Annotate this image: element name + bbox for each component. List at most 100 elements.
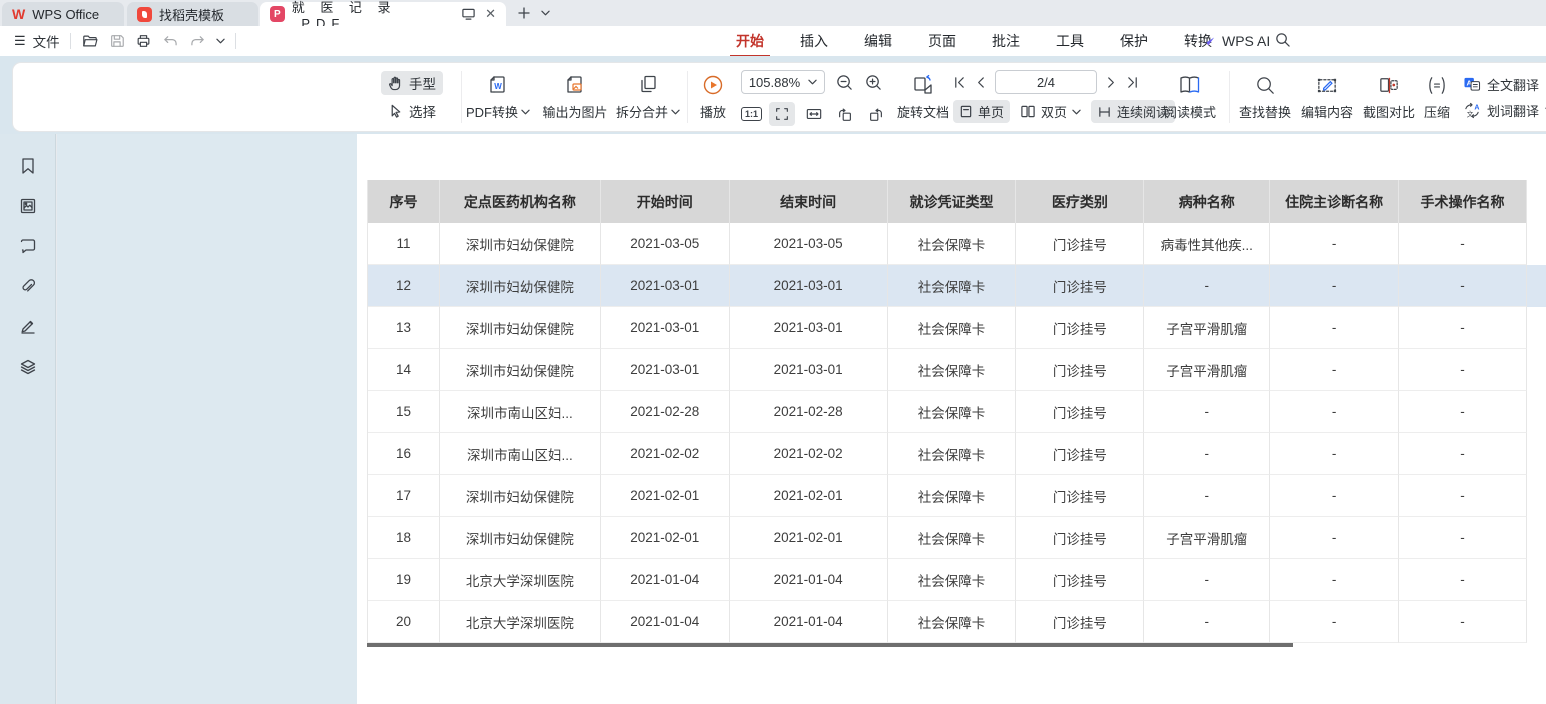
play-label: 播放 bbox=[700, 102, 726, 121]
word-translate-button[interactable]: 文A 划词翻译 bbox=[1463, 101, 1546, 120]
menu-tab-protect[interactable]: 保护 bbox=[1116, 31, 1152, 51]
redo-icon[interactable] bbox=[189, 34, 206, 48]
next-page-icon[interactable] bbox=[1106, 76, 1117, 89]
table-cell: 2021-02-01 bbox=[601, 475, 730, 517]
table-cell: 门诊挂号 bbox=[1016, 433, 1144, 475]
select-tool-button[interactable]: 选择 bbox=[381, 99, 443, 123]
actual-size-button[interactable]: 1:1 bbox=[741, 107, 762, 121]
page-number-input[interactable]: 2/4 bbox=[995, 70, 1097, 94]
full-text-translate-button[interactable]: A 全文翻译 bbox=[1463, 75, 1546, 94]
file-menu-button[interactable]: ☰ 文件 bbox=[14, 31, 60, 51]
table-cell: 19 bbox=[368, 559, 440, 601]
play-button[interactable]: 播放 bbox=[693, 63, 733, 131]
tab-docer-templates[interactable]: 找稻壳模板 bbox=[127, 2, 258, 26]
menu-tab-home[interactable]: 开始 bbox=[732, 31, 768, 51]
table-row[interactable]: 12深圳市妇幼保健院2021-03-012021-03-01社会保障卡门诊挂号-… bbox=[368, 265, 1527, 307]
zoom-in-icon[interactable] bbox=[864, 73, 883, 92]
play-icon bbox=[701, 73, 725, 97]
edit-content-button[interactable]: 编辑内容 bbox=[1297, 63, 1357, 131]
table-cell: 2021-03-01 bbox=[601, 307, 730, 349]
table-cell: 16 bbox=[368, 433, 440, 475]
tab-close-icon[interactable]: ✕ bbox=[485, 6, 496, 22]
first-page-icon[interactable] bbox=[953, 76, 966, 89]
thumbnails-icon[interactable] bbox=[18, 196, 38, 216]
rotate-document-button[interactable]: 旋转文档 bbox=[895, 63, 951, 131]
hand-tool-label: 手型 bbox=[409, 73, 436, 93]
menu-tab-tools[interactable]: 工具 bbox=[1052, 31, 1088, 51]
table-cell: - bbox=[1399, 349, 1527, 391]
undo-icon[interactable] bbox=[162, 34, 179, 48]
table-cell: 2021-01-04 bbox=[601, 559, 730, 601]
save-icon[interactable] bbox=[109, 33, 125, 49]
zoom-level-select[interactable]: 105.88% bbox=[741, 70, 825, 94]
fit-page-button[interactable] bbox=[769, 102, 795, 126]
comments-icon[interactable] bbox=[18, 236, 38, 256]
table-row[interactable]: 16深圳市南山区妇...2021-02-022021-02-02社会保障卡门诊挂… bbox=[368, 433, 1527, 475]
table-cell: - bbox=[1399, 601, 1527, 643]
rotate-document-label: 旋转文档 bbox=[897, 102, 949, 121]
new-tab-button[interactable] bbox=[514, 2, 534, 24]
menu-tab-insert[interactable]: 插入 bbox=[796, 31, 832, 51]
table-cell: - bbox=[1144, 601, 1270, 643]
double-page-button[interactable]: 双页 bbox=[1018, 100, 1083, 123]
table-cell: 2021-02-02 bbox=[601, 433, 730, 475]
table-row[interactable]: 11深圳市妇幼保健院2021-03-052021-03-05社会保障卡门诊挂号病… bbox=[368, 223, 1527, 265]
table-row[interactable]: 13深圳市妇幼保健院2021-03-012021-03-01社会保障卡门诊挂号子… bbox=[368, 307, 1527, 349]
menu-tab-wps-ai[interactable]: WPS AI bbox=[1200, 26, 1270, 56]
menu-tab-page[interactable]: 页面 bbox=[924, 31, 960, 51]
table-cell: 社会保障卡 bbox=[888, 223, 1017, 265]
tab-wps-office[interactable]: W WPS Office bbox=[2, 2, 124, 26]
split-merge-button[interactable]: 拆分合并 bbox=[615, 63, 681, 131]
compress-button[interactable]: 压缩 bbox=[1417, 63, 1457, 131]
table-cell: 北京大学深圳医院 bbox=[440, 601, 601, 643]
tab-list-chevron-icon[interactable] bbox=[537, 2, 553, 24]
hand-tool-button[interactable]: 手型 bbox=[381, 71, 443, 95]
table-cell: - bbox=[1399, 307, 1527, 349]
table-cell: - bbox=[1399, 391, 1527, 433]
table-row[interactable]: 20北京大学深圳医院2021-01-042021-01-04社会保障卡门诊挂号-… bbox=[368, 601, 1527, 643]
table-cell: - bbox=[1270, 391, 1399, 433]
open-file-icon[interactable] bbox=[81, 33, 99, 49]
hamburger-icon: ☰ bbox=[14, 33, 26, 49]
table-row[interactable]: 14深圳市妇幼保健院2021-03-012021-03-01社会保障卡门诊挂号子… bbox=[368, 349, 1527, 391]
layers-icon[interactable] bbox=[18, 356, 38, 376]
tab-label: WPS Office bbox=[32, 7, 99, 22]
find-replace-button[interactable]: 查找替换 bbox=[1235, 63, 1295, 131]
toolbar-card: 手型 选择 W PDF转换 输出为图片 拆分合并 播放 bbox=[12, 62, 1546, 132]
table-row[interactable]: 17深圳市妇幼保健院2021-02-012021-02-01社会保障卡门诊挂号-… bbox=[368, 475, 1527, 517]
rotate-left-icon[interactable] bbox=[833, 102, 857, 126]
document-page: 序号定点医药机构名称开始时间结束时间就诊凭证类型医疗类别病种名称住院主诊断名称手… bbox=[357, 134, 1546, 704]
tab-document-pdf[interactable]: P 就 医 记 录 .PDF ✕ bbox=[260, 2, 506, 26]
fit-width-button[interactable] bbox=[802, 102, 826, 126]
signature-icon[interactable] bbox=[18, 316, 38, 336]
print-icon[interactable] bbox=[135, 33, 152, 49]
read-mode-button[interactable]: 阅读模式 bbox=[1161, 63, 1219, 131]
table-cell: 12 bbox=[368, 265, 440, 307]
export-image-icon bbox=[563, 73, 587, 97]
last-page-icon[interactable] bbox=[1126, 76, 1139, 89]
quick-toolbar-chevron-icon[interactable] bbox=[216, 38, 225, 44]
previous-page-icon[interactable] bbox=[975, 76, 986, 89]
single-page-button[interactable]: 单页 bbox=[953, 100, 1010, 123]
zoom-out-icon[interactable] bbox=[835, 73, 854, 92]
screenshot-compare-button[interactable]: 截图对比 bbox=[1359, 63, 1419, 131]
screen-share-icon[interactable] bbox=[461, 7, 476, 21]
table-cell: 2021-02-01 bbox=[730, 517, 888, 559]
pdf-convert-button[interactable]: W PDF转换 bbox=[465, 63, 531, 131]
export-image-button[interactable]: 输出为图片 bbox=[537, 63, 613, 131]
bookmarks-icon[interactable] bbox=[18, 156, 38, 176]
table-row[interactable]: 19北京大学深圳医院2021-01-042021-01-04社会保障卡门诊挂号-… bbox=[368, 559, 1527, 601]
rotate-right-icon[interactable] bbox=[864, 102, 888, 126]
table-cell: - bbox=[1144, 265, 1270, 307]
table-cell: - bbox=[1399, 475, 1527, 517]
menu-tab-comment[interactable]: 批注 bbox=[988, 31, 1024, 51]
menu-tab-edit[interactable]: 编辑 bbox=[860, 31, 896, 51]
table-row[interactable]: 18深圳市妇幼保健院2021-02-012021-02-01社会保障卡门诊挂号子… bbox=[368, 517, 1527, 559]
table-row[interactable]: 15深圳市南山区妇...2021-02-282021-02-28社会保障卡门诊挂… bbox=[368, 391, 1527, 433]
table-cell: 深圳市妇幼保健院 bbox=[440, 517, 601, 559]
table-cell: 2021-03-01 bbox=[730, 349, 888, 391]
read-mode-label: 阅读模式 bbox=[1164, 102, 1216, 121]
table-cell: 2021-01-04 bbox=[730, 601, 888, 643]
attachments-icon[interactable] bbox=[18, 276, 38, 296]
search-icon[interactable] bbox=[1274, 31, 1291, 48]
